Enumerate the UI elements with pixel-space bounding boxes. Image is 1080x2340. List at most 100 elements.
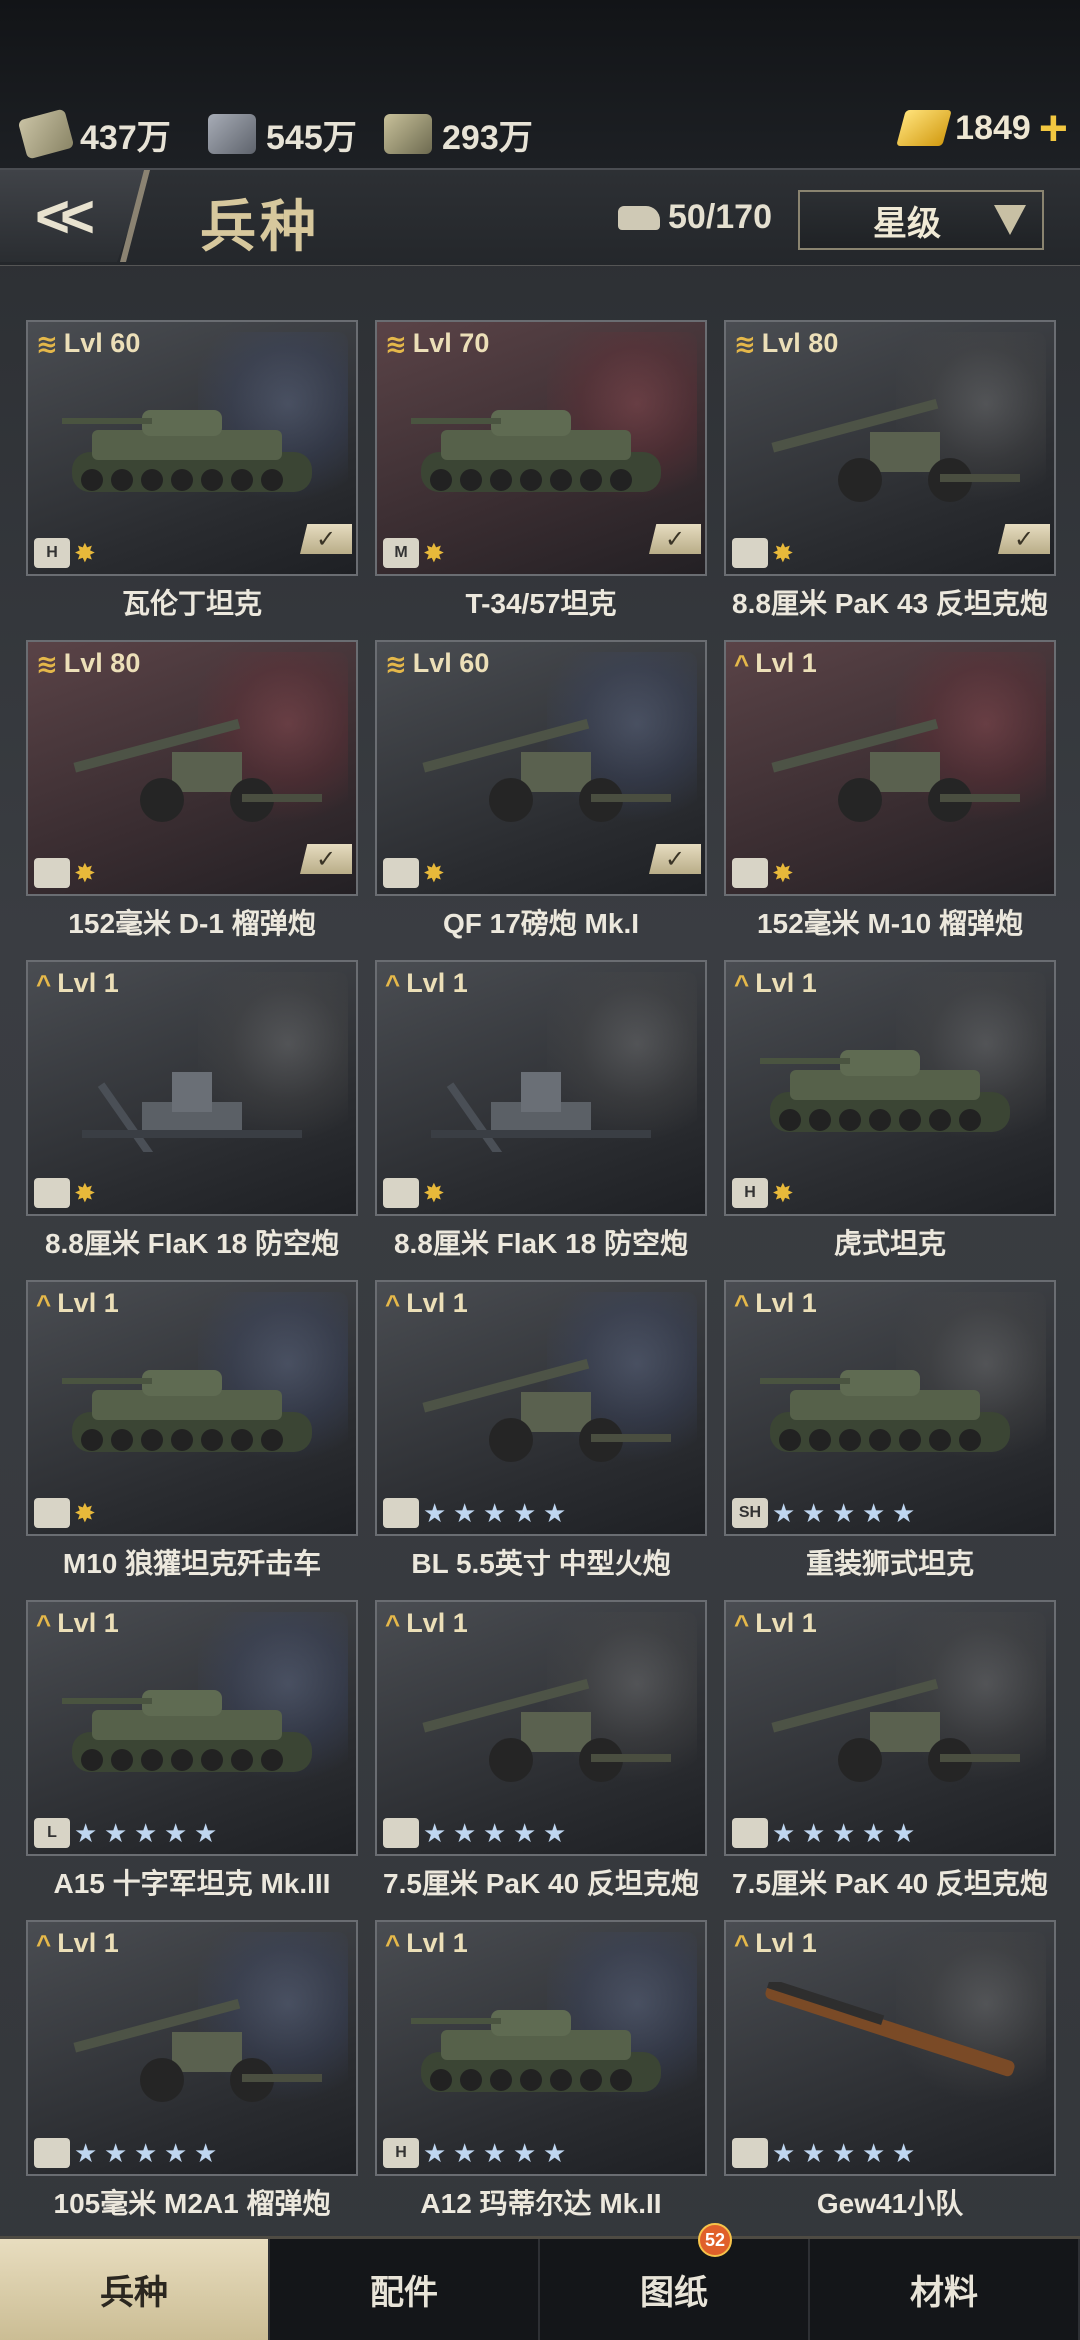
unit-card[interactable]: ≋ Lvl 80 ✸ ✓ 152毫米 D-1 榴弹炮 bbox=[26, 640, 358, 960]
rank-chevron-icon: ^ bbox=[36, 1288, 52, 1319]
unit-level-text: Lvl 1 bbox=[755, 968, 817, 998]
unit-card[interactable]: ^ Lvl 1 ✸ M10 狼獾坦克歼击车 bbox=[26, 1280, 358, 1600]
star-icon: ★ bbox=[892, 2138, 916, 2168]
unit-card[interactable]: ^ Lvl 1 H ★ ★ ★ ★ ★ A12 玛蒂尔达 Mk.II bbox=[375, 1920, 707, 2240]
star-icon: ★ bbox=[423, 1498, 447, 1528]
oil-resource[interactable]: 293万 bbox=[384, 108, 533, 160]
unit-portrait: ≋ Lvl 80 ✸ ✓ bbox=[724, 320, 1056, 576]
unit-card[interactable]: ^ Lvl 1 H ✸ 虎式坦克 bbox=[724, 960, 1056, 1280]
unit-card[interactable]: ^ Lvl 1 L ★ ★ ★ ★ ★ A15 十字军坦克 Mk.III bbox=[26, 1600, 358, 1920]
unit-stats-row: ★ ★ ★ ★ ★ bbox=[732, 2138, 918, 2168]
gold-value: 1849 bbox=[955, 108, 1031, 147]
steel-value: 545万 bbox=[266, 118, 357, 157]
unit-portrait: ^ Lvl 1 H ✸ bbox=[724, 960, 1056, 1216]
unit-portrait: ^ Lvl 1 SH ★ ★ ★ ★ ★ bbox=[724, 1280, 1056, 1536]
star-icon: ★ bbox=[74, 2138, 98, 2168]
unit-image bbox=[760, 1370, 1010, 1452]
rank-chevron-icon: ^ bbox=[36, 1928, 52, 1959]
rank-badge-icon: ✸ bbox=[772, 858, 794, 888]
owned-check-icon: ✓ bbox=[998, 524, 1050, 554]
star-icon: ★ bbox=[104, 2138, 128, 2168]
rank-badge-icon: ✸ bbox=[74, 1178, 96, 1208]
rank-chevron-icon: ≋ bbox=[385, 328, 407, 359]
unit-card[interactable]: ^ Lvl 1 ★ ★ ★ ★ ★ 105毫米 M2A1 榴弹炮 bbox=[26, 1920, 358, 2240]
unit-card[interactable]: ^ Lvl 1 SH ★ ★ ★ ★ ★ 重装狮式坦克 bbox=[724, 1280, 1056, 1600]
unit-card[interactable]: ≋ Lvl 80 ✸ ✓ 8.8厘米 PaK 43 反坦克炮 bbox=[724, 320, 1056, 640]
unit-portrait: ^ Lvl 1 ✸ bbox=[724, 640, 1056, 896]
unit-image bbox=[62, 1370, 312, 1452]
rank-badge-icon: ✸ bbox=[74, 858, 96, 888]
star-icon: ★ bbox=[194, 2138, 218, 2168]
unit-level-text: Lvl 1 bbox=[57, 1288, 119, 1318]
tab-materials[interactable]: 材料 bbox=[810, 2239, 1080, 2340]
unit-card[interactable]: ^ Lvl 1 ★ ★ ★ ★ ★ 7.5厘米 PaK 40 反坦克炮 bbox=[375, 1600, 707, 1920]
owned-check-icon: ✓ bbox=[649, 844, 701, 874]
title-bar: << 兵种 50/170 星级 bbox=[0, 170, 1080, 266]
unit-portrait: ^ Lvl 1 ★ ★ ★ ★ ★ bbox=[375, 1280, 707, 1536]
unit-level-text: Lvl 1 bbox=[406, 1288, 468, 1318]
rank-chevron-icon: ≋ bbox=[385, 648, 407, 679]
unit-stats-row: ✸ bbox=[383, 858, 449, 888]
tank-icon bbox=[618, 205, 660, 230]
unit-card[interactable]: ^ Lvl 1 ★ ★ ★ ★ ★ BL 5.5英寸 中型火炮 bbox=[375, 1280, 707, 1600]
tab-parts-label: 配件 bbox=[370, 2274, 438, 2312]
steel-resource[interactable]: 545万 bbox=[208, 108, 357, 160]
unit-card[interactable]: ≋ Lvl 70 M ✸ ✓ T-34/57坦克 bbox=[375, 320, 707, 640]
sort-dropdown[interactable]: 星级 bbox=[798, 190, 1044, 250]
gold-resource[interactable]: 1849 + bbox=[896, 103, 1068, 153]
unit-card[interactable]: ^ Lvl 1 ★ ★ ★ ★ ★ 7.5厘米 PaK 40 反坦克炮 bbox=[724, 1600, 1056, 1920]
unit-level-text: Lvl 70 bbox=[412, 328, 490, 358]
unit-level-text: Lvl 60 bbox=[412, 648, 490, 678]
tab-parts[interactable]: 配件 bbox=[270, 2239, 540, 2340]
tab-materials-label: 材料 bbox=[910, 2274, 978, 2312]
unit-name: QF 17磅炮 Mk.I bbox=[442, 908, 640, 939]
unit-image bbox=[62, 410, 312, 492]
unit-name: 8.8厘米 PaK 43 反坦克炮 bbox=[732, 588, 1048, 619]
tab-units[interactable]: 兵种 bbox=[0, 2239, 270, 2340]
star-icon: ★ bbox=[423, 2138, 447, 2168]
unit-card[interactable]: ≋ Lvl 60 ✸ ✓ QF 17磅炮 Mk.I bbox=[375, 640, 707, 960]
star-icon: ★ bbox=[483, 1818, 507, 1848]
unit-card[interactable]: ^ Lvl 1 ✸ 8.8厘米 FlaK 18 防空炮 bbox=[375, 960, 707, 1280]
add-gold-button[interactable]: + bbox=[1039, 103, 1068, 153]
unit-type-icon: SH bbox=[732, 1498, 768, 1528]
unit-level-text: Lvl 1 bbox=[57, 1608, 119, 1638]
unit-type-icon bbox=[34, 858, 70, 888]
unit-card[interactable]: ^ Lvl 1 ★ ★ ★ ★ ★ Gew41小队 bbox=[724, 1920, 1056, 2240]
star-icon: ★ bbox=[892, 1818, 916, 1848]
unit-name: 105毫米 M2A1 榴弹炮 bbox=[53, 2188, 331, 2219]
unit-card[interactable]: ^ Lvl 1 ✸ 8.8厘米 FlaK 18 防空炮 bbox=[26, 960, 358, 1280]
unit-name: 152毫米 M-10 榴弹炮 bbox=[756, 908, 1024, 939]
star-icon: ★ bbox=[862, 2138, 886, 2168]
unit-stats-row: ★ ★ ★ ★ ★ bbox=[383, 1498, 569, 1528]
unit-name: 8.8厘米 FlaK 18 防空炮 bbox=[393, 1228, 689, 1259]
star-icon: ★ bbox=[483, 2138, 507, 2168]
unit-portrait: ^ Lvl 1 ★ ★ ★ ★ ★ bbox=[724, 1600, 1056, 1856]
star-icon: ★ bbox=[832, 1818, 856, 1848]
rank-chevron-icon: ^ bbox=[734, 648, 750, 679]
unit-level: ^ Lvl 1 bbox=[385, 1928, 468, 1959]
unit-stats-row: ★ ★ ★ ★ ★ bbox=[383, 1818, 569, 1848]
unit-stats-row: ✸ bbox=[34, 858, 100, 888]
rank-badge-icon: ✸ bbox=[772, 538, 794, 568]
unit-level: ^ Lvl 1 bbox=[734, 1288, 817, 1319]
unit-stats-row: ✸ bbox=[732, 858, 798, 888]
owned-check-icon: ✓ bbox=[649, 524, 701, 554]
rank-chevron-icon: ^ bbox=[734, 1288, 750, 1319]
cash-resource[interactable]: 437万 bbox=[17, 108, 171, 160]
unit-level: ≋ Lvl 70 bbox=[385, 328, 489, 359]
star-icon: ★ bbox=[772, 1498, 796, 1528]
unit-image bbox=[771, 398, 1020, 502]
unit-card[interactable]: ≋ Lvl 60 H ✸ ✓ 瓦伦丁坦克 bbox=[26, 320, 358, 640]
unit-type-icon bbox=[732, 2138, 768, 2168]
unit-portrait: ^ Lvl 1 ✸ bbox=[26, 1280, 358, 1536]
unit-portrait: ≋ Lvl 70 M ✸ ✓ bbox=[375, 320, 707, 576]
unit-portrait: ^ Lvl 1 ✸ bbox=[26, 960, 358, 1216]
tab-blueprints[interactable]: 图纸 52 bbox=[540, 2223, 810, 2340]
unit-level: ≋ Lvl 60 bbox=[385, 648, 489, 679]
unit-stats-row: ★ ★ ★ ★ ★ bbox=[732, 1818, 918, 1848]
unit-level-text: Lvl 1 bbox=[57, 968, 119, 998]
unit-name: 7.5厘米 PaK 40 反坦克炮 bbox=[383, 1868, 699, 1899]
unit-card[interactable]: ^ Lvl 1 ✸ 152毫米 M-10 榴弹炮 bbox=[724, 640, 1056, 960]
unit-count: 50/170 bbox=[618, 198, 772, 237]
